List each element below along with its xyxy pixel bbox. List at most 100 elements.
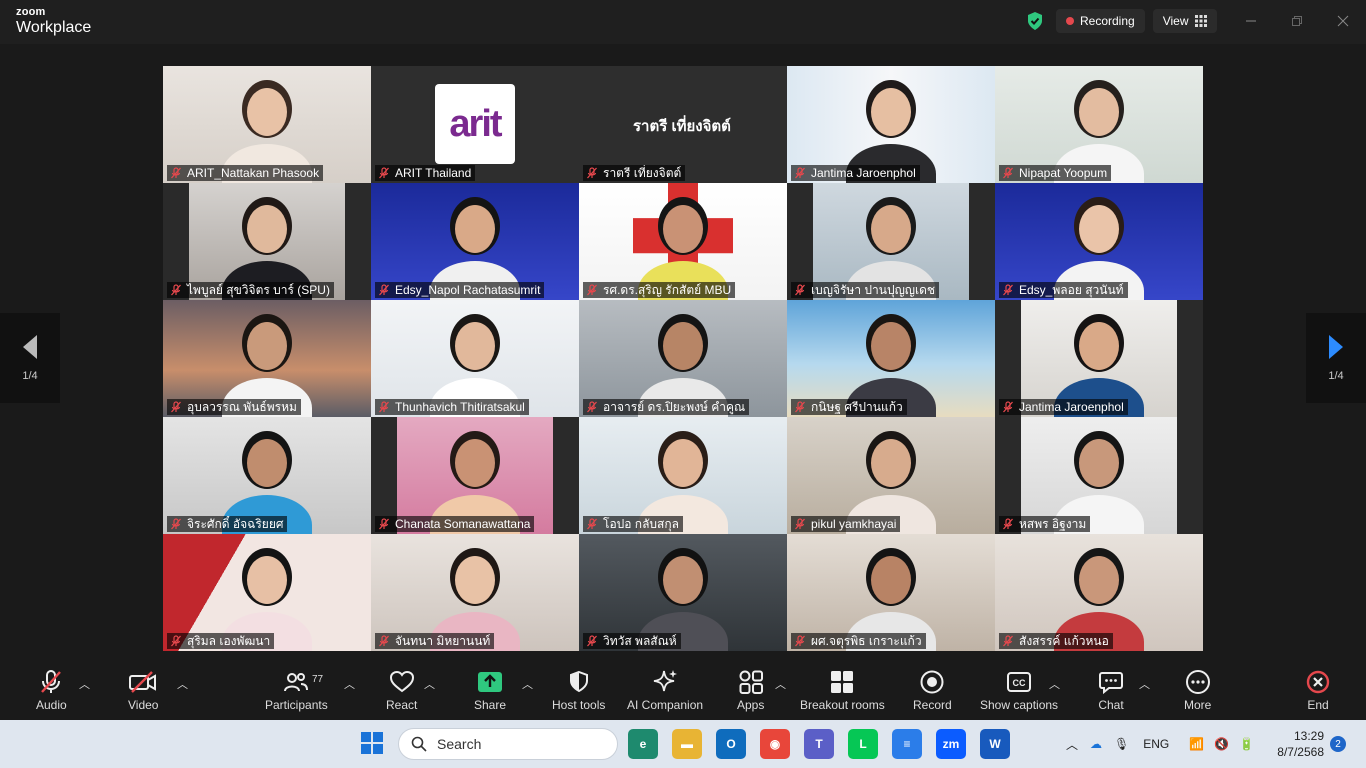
wifi-icon[interactable]: 📶 [1189,737,1204,751]
recording-indicator[interactable]: Recording [1056,9,1145,33]
participant-video-tile[interactable]: กนิษฐ ศรีปานแก้ว [787,300,995,417]
participant-face [455,439,495,487]
mic-muted-icon [379,518,389,530]
security-shield-icon[interactable] [1026,11,1044,31]
show-captions-label: Show captions [980,698,1059,712]
record-button[interactable]: Record [913,668,952,712]
file-explorer-icon[interactable]: ▬ [672,729,702,759]
volume-muted-icon[interactable]: 🔇 [1214,737,1229,751]
input-language[interactable]: ENG [1143,737,1169,751]
mic-muted-icon [1003,635,1013,647]
participant-video-tile[interactable]: อุบลวรรณ พันธ์พรหม [163,300,371,417]
participant-video-tile[interactable]: ราตรี เที่ยงจิตต์ ราตรี เที่ยงจิตต์ [579,66,787,183]
captions-options-caret-icon[interactable]: ︿ [1049,676,1060,692]
participant-video-tile[interactable]: Edsy_Napol Rachatasumrit [371,183,579,300]
previous-page-button[interactable]: 1/4 [0,313,60,403]
notepad-icon[interactable]: ≡ [892,729,922,759]
teams-icon[interactable]: T [804,729,834,759]
close-window-icon[interactable] [1328,8,1358,34]
video-label: Video [128,698,159,712]
chat-options-caret-icon[interactable]: ︿ [1139,676,1150,692]
audio-button[interactable]: Audio [36,668,67,712]
participant-name-tag: รศ.ดร.สุริญ รักสัตย์ MBU [583,282,736,298]
outlook-icon[interactable]: O [716,729,746,759]
breakout-rooms-button[interactable]: Breakout rooms [800,668,885,712]
participant-name-tag: หสพร อิฐงาม [999,516,1091,532]
line-app-icon[interactable]: L [848,729,878,759]
participant-video-tile[interactable]: Jantima Jaroenphol [787,66,995,183]
more-button[interactable]: More [1184,668,1211,712]
participant-face [1079,556,1119,604]
participant-video-tile[interactable]: สุริมล เองพัฒนา [163,534,371,651]
share-button[interactable]: Share [474,668,506,712]
participant-video-tile[interactable]: รศ.ดร.สุริญ รักสัตย์ MBU [579,183,787,300]
participants-options-caret-icon[interactable]: ︿ [344,676,355,692]
zoom-taskbar-icon[interactable]: zm [936,729,966,759]
react-label: React [386,698,418,712]
chevron-up-icon[interactable]: ︿ [1066,736,1078,753]
participant-name: จิระศักดิ์ อัจฉริยยศ [187,516,284,531]
apps-icon [739,670,763,694]
share-options-caret-icon[interactable]: ︿ [522,676,533,692]
participant-video-tile[interactable]: สังสรรค์ แก้วหนอ [995,534,1203,651]
participant-name-tag: อาจารย์ ดร.ปิยะพงษ์ คำคูณ [583,399,750,415]
next-page-button[interactable]: 1/4 [1306,313,1366,403]
audio-options-caret-icon[interactable]: ︿ [79,676,90,692]
apps-options-caret-icon[interactable]: ︿ [775,676,786,692]
taskbar-clock[interactable]: 13:29 8/7/2568 [1272,728,1324,760]
meeting-status-group: Recording View [1026,8,1217,34]
apps-button[interactable]: Apps [737,668,764,712]
microphone-tray-icon[interactable]: 🎙 [1114,737,1129,751]
battery-icon[interactable]: 🔋 [1239,737,1254,751]
show-captions-button[interactable]: CC Show captions [980,668,1058,712]
view-button[interactable]: View [1152,9,1217,33]
participant-video-tile[interactable]: หสพร อิฐงาม [995,417,1203,534]
end-meeting-button[interactable]: End [1306,668,1330,712]
participant-face [247,205,287,253]
participant-video-tile[interactable]: อาจารย์ ดร.ปิยะพงษ์ คำคูณ [579,300,787,417]
participant-video-tile[interactable]: Edsy_พลอย สุวนันท์ [995,183,1203,300]
video-button[interactable]: Video [128,668,158,712]
participant-video-tile[interactable]: Thunhavich Thitiratsakul [371,300,579,417]
participant-video-tile[interactable]: ไพบูลย์ สุขวิจิตร บาร์ (SPU) [163,183,371,300]
participant-name-tag: ผศ.จตุรพิธ เกราะแก้ว [791,633,926,649]
participant-video-tile[interactable]: ARIT_Nattakan Phasook [163,66,371,183]
participant-video-tile[interactable]: วิทวัส พลสัณห์ [579,534,787,651]
participant-name-tag: ราตรี เที่ยงจิตต์ [583,165,686,181]
taskbar-search-box[interactable]: Search [398,728,618,760]
participant-name-tag: โอปอ กลับสกุล [583,516,683,532]
participant-video-tile[interactable]: เบญจิรัษา ปานปุญญเดช [787,183,995,300]
participant-video-tile[interactable]: Nipapat Yoopum [995,66,1203,183]
video-options-caret-icon[interactable]: ︿ [177,676,188,692]
word-icon[interactable]: W [980,729,1010,759]
participant-video-tile[interactable]: Chanata Somanawattana [371,417,579,534]
chrome-icon[interactable]: ◉ [760,729,790,759]
react-options-caret-icon[interactable]: ︿ [424,676,435,692]
edge-browser-icon[interactable]: e [628,729,658,759]
minimize-icon[interactable] [1236,8,1266,34]
ai-companion-button[interactable]: AI Companion [627,668,703,712]
participant-face [871,439,911,487]
participant-name-tag: เบญจิรัษา ปานปุญญเดช [791,282,940,298]
zoom-logo: zoom Workplace [16,7,91,36]
participant-video-tile[interactable]: pikul yamkhayai [787,417,995,534]
participant-video-tile[interactable]: Jantima Jaroenphol [995,300,1203,417]
windows-start-icon[interactable] [360,731,384,760]
restore-icon[interactable] [1282,8,1312,34]
breakout-rooms-label: Breakout rooms [800,698,885,712]
participant-name: Chanata Somanawattana [395,517,531,531]
participant-video-tile[interactable]: จิระศักดิ์ อัจฉริยยศ [163,417,371,534]
notification-badge[interactable]: 2 [1330,736,1346,752]
participant-video-tile[interactable]: arit ARIT Thailand [371,66,579,183]
host-tools-button[interactable]: Host tools [552,668,605,712]
participant-video-tile[interactable]: โอปอ กลับสกุล [579,417,787,534]
onedrive-cloud-icon[interactable]: ☁ [1090,737,1102,751]
react-button[interactable]: React [386,668,417,712]
participant-face [455,205,495,253]
chat-button[interactable]: Chat [1098,668,1124,712]
participant-video-tile[interactable]: ผศ.จตุรพิธ เกราะแก้ว [787,534,995,651]
recording-dot-icon [1066,17,1074,25]
participants-label: Participants [265,698,328,712]
participant-name: Edsy_พลอย สุวนันท์ [1019,282,1124,297]
participant-video-tile[interactable]: จันทนา มิหยานนท์ [371,534,579,651]
